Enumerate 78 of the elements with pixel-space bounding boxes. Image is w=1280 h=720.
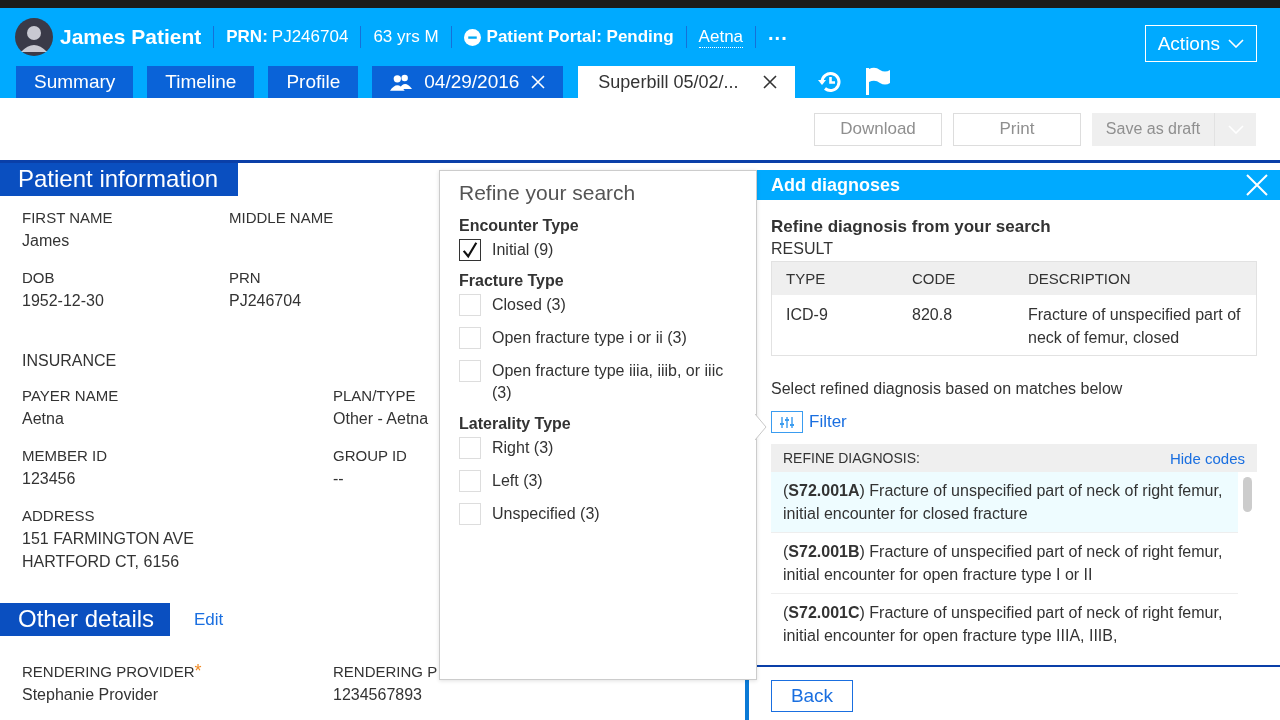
dropdown-button[interactable] [1214, 112, 1256, 146]
field-label: PAYER NAME [22, 386, 120, 406]
field-value: -- [333, 469, 345, 489]
tab[interactable]: Summary [16, 66, 134, 98]
field-label: DOB [22, 268, 56, 288]
patient-name: James Patient [60, 25, 202, 49]
field-value: PJ246704 [229, 291, 303, 311]
field-value: Aetna [22, 409, 65, 429]
field-value: 1234567893 [333, 685, 423, 705]
insurance-link[interactable]: Aetna [698, 26, 744, 48]
close-icon[interactable] [763, 75, 778, 89]
flag-icon[interactable] [865, 67, 892, 95]
option-label: Open fracture type i or ii (3) [492, 328, 687, 348]
prn-value: PJ246704 [271, 27, 349, 47]
required-mark: * [194, 660, 202, 683]
filter-link[interactable]: Filter [809, 412, 847, 432]
group-title: Encounter Type [459, 217, 580, 235]
option-label: Unspecified (3) [492, 504, 600, 524]
field-label: ADDRESS [22, 506, 96, 526]
back-button[interactable]: Back [771, 680, 853, 712]
option-label: Initial (9) [492, 240, 554, 260]
field-label: GROUP ID [333, 446, 408, 466]
tab[interactable]: Timeline [147, 66, 255, 98]
field-label: FIRST NAME [22, 208, 114, 228]
more-button[interactable]: ... [768, 21, 788, 45]
option-label: Right (3) [492, 438, 554, 458]
actions-button[interactable]: Actions [1144, 25, 1257, 62]
group-title: Fracture Type [459, 272, 565, 290]
hide-codes-link[interactable]: Hide codes [1169, 449, 1245, 467]
chevron-down-icon [1228, 39, 1244, 48]
result-label: RESULT [771, 240, 834, 258]
tab[interactable]: Profile [268, 66, 359, 98]
panel-subtitle: Refine diagnosis from your search [771, 217, 1052, 237]
field-value: Other - Aetna [333, 409, 430, 429]
diagnosis-option[interactable]: (S72.001C) Fracture of unspecified part of neck of right femur, initial encounter for open fracture type IIIA, IIIB, [771, 594, 1238, 647]
avatar [15, 18, 53, 56]
scrollbar-thumb[interactable] [1243, 477, 1252, 512]
minus-circle-icon [463, 28, 481, 46]
field-label: PLAN/TYPE [333, 386, 417, 406]
field-value: 123456 [22, 469, 77, 489]
tab[interactable]: Superbill 05/02/... [578, 66, 796, 98]
field-label: RENDERING P [333, 662, 438, 682]
diagnosis-option[interactable]: (S72.001B) Fracture of unspecified part of neck of right femur, initial encounter for open fracture type I or II [771, 533, 1238, 594]
list-heading: REFINE DIAGNOSIS: [783, 450, 920, 466]
age-sex: 63 yrs M [373, 27, 439, 47]
field-label: MIDDLE NAME [229, 208, 335, 228]
portal-status: Patient Portal: Pending [486, 27, 674, 47]
table-cell-text: ICD-9 [786, 305, 829, 325]
popup-title: Refine your search [459, 181, 637, 205]
field-label: MEMBER ID [22, 446, 108, 466]
table-cell-text: Fracture of unspecified part of neck of femur, closed [1028, 305, 1242, 348]
column-header: TYPE [786, 270, 827, 287]
option-label: Left (3) [492, 471, 543, 491]
history-icon[interactable] [817, 69, 844, 95]
option-label: Closed (3) [492, 295, 566, 315]
instruction-text: Select refined diagnosis based on matches below [771, 380, 1124, 398]
field-value: James [22, 231, 71, 251]
tab[interactable]: 04/29/2016 [372, 66, 564, 98]
checkbox[interactable] [459, 239, 481, 261]
diagnosis-option[interactable]: (S72.001A) Fracture of unspecified part of neck of right femur, initial encounter for closed fracture [771, 472, 1238, 533]
field-label: RENDERING PROVIDER [22, 662, 195, 682]
address-line: HARTFORD CT, 6156 [22, 552, 181, 572]
column-header: CODE [912, 270, 957, 287]
field-value: Stephanie Provider [22, 685, 160, 705]
group-title: Laterality Type [459, 415, 572, 433]
edit-link[interactable]: Edit [194, 609, 224, 630]
section-heading: Patient information [0, 163, 238, 196]
field-value: 1952-12-30 [22, 291, 105, 311]
section-heading: Other details [0, 603, 170, 636]
prn-label: PRN: [226, 27, 268, 47]
option-label: Open fracture type iiia, iiib, or iiic (3) [492, 361, 725, 403]
filter-icon[interactable] [771, 411, 803, 433]
people-icon [390, 73, 413, 91]
panel-title: Add diagnoses [771, 174, 900, 196]
field-label: PRN [229, 268, 262, 288]
column-header: DESCRIPTION [1028, 270, 1132, 287]
address-line: 151 FARMINGTON AVE [22, 529, 195, 549]
table-cell-text: 820.8 [912, 305, 954, 325]
